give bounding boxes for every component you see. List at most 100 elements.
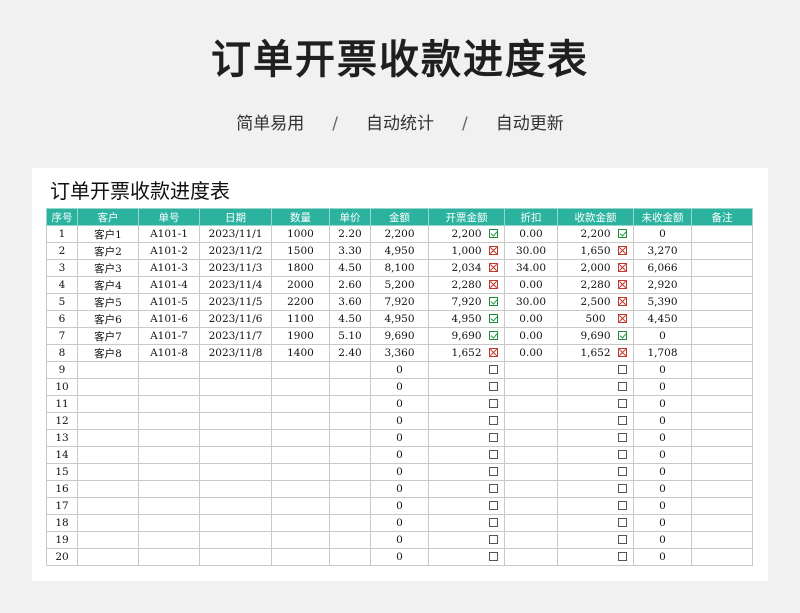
- cell-no[interactable]: 11: [46, 395, 78, 413]
- cell-note[interactable]: [691, 361, 753, 379]
- cell-customer[interactable]: [77, 548, 139, 566]
- cell-received-amount[interactable]: 2,280: [557, 276, 634, 294]
- checkbox-crossed-icon[interactable]: [489, 263, 498, 272]
- checkbox-crossed-icon[interactable]: [489, 280, 498, 289]
- cell-quantity[interactable]: [271, 480, 330, 498]
- cell-amount[interactable]: 0: [370, 429, 429, 447]
- cell-invoice-amount[interactable]: 9,690: [428, 327, 505, 345]
- cell-date[interactable]: 2023/11/3: [199, 259, 272, 277]
- cell-discount[interactable]: [504, 531, 558, 549]
- cell-no[interactable]: 7: [46, 327, 78, 345]
- checkbox-crossed-icon[interactable]: [618, 314, 627, 323]
- cell-discount[interactable]: [504, 548, 558, 566]
- cell-note[interactable]: [691, 327, 753, 345]
- cell-unpaid-amount[interactable]: 0: [633, 429, 692, 447]
- cell-note[interactable]: [691, 378, 753, 396]
- cell-order-no[interactable]: A101-5: [138, 293, 200, 311]
- cell-customer[interactable]: [77, 531, 139, 549]
- cell-quantity[interactable]: 1100: [271, 310, 330, 328]
- cell-unpaid-amount[interactable]: 0: [633, 361, 692, 379]
- cell-quantity[interactable]: [271, 412, 330, 430]
- cell-order-no[interactable]: A101-8: [138, 344, 200, 362]
- cell-note[interactable]: [691, 480, 753, 498]
- cell-discount[interactable]: 0.00: [504, 225, 558, 243]
- cell-date[interactable]: [199, 378, 272, 396]
- cell-discount[interactable]: [504, 480, 558, 498]
- cell-customer[interactable]: 客户2: [77, 242, 139, 260]
- cell-date[interactable]: 2023/11/8: [199, 344, 272, 362]
- checkbox-crossed-icon[interactable]: [489, 246, 498, 255]
- cell-no[interactable]: 3: [46, 259, 78, 277]
- cell-invoice-amount[interactable]: [428, 361, 505, 379]
- cell-unit-price[interactable]: [329, 514, 371, 532]
- cell-no[interactable]: 13: [46, 429, 78, 447]
- cell-customer[interactable]: [77, 514, 139, 532]
- cell-invoice-amount[interactable]: [428, 378, 505, 396]
- cell-no[interactable]: 4: [46, 276, 78, 294]
- cell-quantity[interactable]: [271, 395, 330, 413]
- cell-unpaid-amount[interactable]: 0: [633, 497, 692, 515]
- cell-date[interactable]: 2023/11/4: [199, 276, 272, 294]
- cell-amount[interactable]: 0: [370, 514, 429, 532]
- cell-invoice-amount[interactable]: [428, 531, 505, 549]
- checkbox-crossed-icon[interactable]: [618, 263, 627, 272]
- cell-amount[interactable]: 0: [370, 395, 429, 413]
- cell-date[interactable]: [199, 446, 272, 464]
- cell-customer[interactable]: 客户8: [77, 344, 139, 362]
- cell-order-no[interactable]: [138, 480, 200, 498]
- cell-invoice-amount[interactable]: [428, 395, 505, 413]
- header-received-amount[interactable]: 收款金额: [557, 208, 634, 226]
- cell-unpaid-amount[interactable]: 2,920: [633, 276, 692, 294]
- cell-customer[interactable]: [77, 395, 139, 413]
- checkbox-crossed-icon[interactable]: [489, 348, 498, 357]
- header-note[interactable]: 备注: [691, 208, 753, 226]
- cell-discount[interactable]: [504, 429, 558, 447]
- checkbox-crossed-icon[interactable]: [618, 348, 627, 357]
- cell-unit-price[interactable]: 4.50: [329, 310, 371, 328]
- cell-invoice-amount[interactable]: 2,034: [428, 259, 505, 277]
- cell-invoice-amount[interactable]: 7,920: [428, 293, 505, 311]
- checkbox-empty-icon[interactable]: [489, 416, 498, 425]
- cell-amount[interactable]: 9,690: [370, 327, 429, 345]
- cell-discount[interactable]: [504, 446, 558, 464]
- cell-no[interactable]: 2: [46, 242, 78, 260]
- checkbox-checked-icon[interactable]: [618, 331, 627, 340]
- cell-order-no[interactable]: A101-2: [138, 242, 200, 260]
- checkbox-empty-icon[interactable]: [618, 365, 627, 374]
- cell-unpaid-amount[interactable]: 0: [633, 412, 692, 430]
- cell-date[interactable]: [199, 531, 272, 549]
- cell-order-no[interactable]: [138, 378, 200, 396]
- cell-received-amount[interactable]: [557, 412, 634, 430]
- cell-note[interactable]: [691, 463, 753, 481]
- cell-discount[interactable]: [504, 395, 558, 413]
- cell-no[interactable]: 17: [46, 497, 78, 515]
- cell-received-amount[interactable]: [557, 395, 634, 413]
- cell-received-amount[interactable]: [557, 480, 634, 498]
- cell-invoice-amount[interactable]: [428, 548, 505, 566]
- cell-unpaid-amount[interactable]: 0: [633, 225, 692, 243]
- cell-invoice-amount[interactable]: [428, 446, 505, 464]
- cell-unpaid-amount[interactable]: 3,270: [633, 242, 692, 260]
- cell-received-amount[interactable]: [557, 548, 634, 566]
- cell-date[interactable]: 2023/11/7: [199, 327, 272, 345]
- cell-discount[interactable]: 0.00: [504, 310, 558, 328]
- cell-amount[interactable]: 0: [370, 361, 429, 379]
- cell-customer[interactable]: 客户1: [77, 225, 139, 243]
- cell-discount[interactable]: 0.00: [504, 276, 558, 294]
- header-no[interactable]: 序号: [46, 208, 78, 226]
- cell-date[interactable]: [199, 429, 272, 447]
- checkbox-empty-icon[interactable]: [489, 450, 498, 459]
- header-customer[interactable]: 客户: [77, 208, 139, 226]
- cell-no[interactable]: 15: [46, 463, 78, 481]
- cell-quantity[interactable]: 1900: [271, 327, 330, 345]
- cell-order-no[interactable]: [138, 412, 200, 430]
- checkbox-empty-icon[interactable]: [618, 382, 627, 391]
- cell-date[interactable]: [199, 463, 272, 481]
- cell-no[interactable]: 14: [46, 446, 78, 464]
- checkbox-checked-icon[interactable]: [489, 314, 498, 323]
- cell-unpaid-amount[interactable]: 0: [633, 548, 692, 566]
- cell-amount[interactable]: 2,200: [370, 225, 429, 243]
- cell-quantity[interactable]: [271, 548, 330, 566]
- cell-note[interactable]: [691, 293, 753, 311]
- cell-unpaid-amount[interactable]: 0: [633, 480, 692, 498]
